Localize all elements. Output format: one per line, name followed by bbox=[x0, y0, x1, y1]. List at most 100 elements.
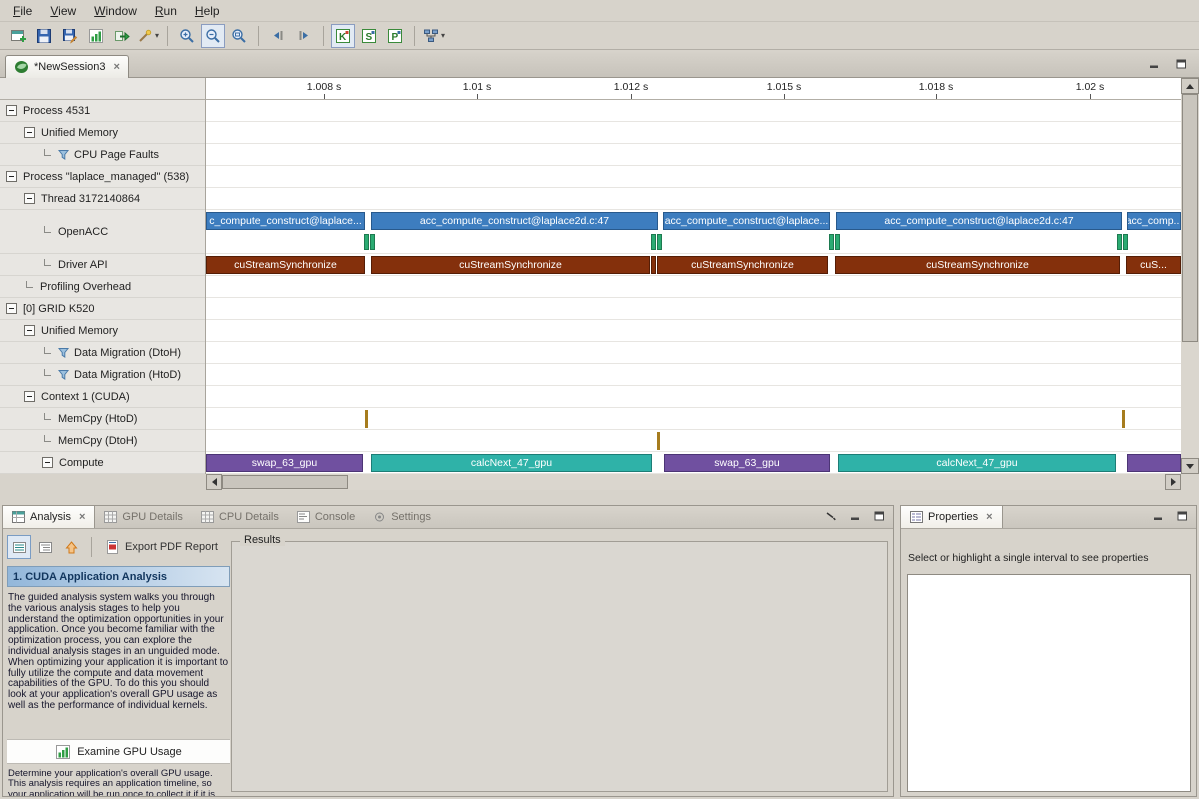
collapse-toggle-icon[interactable] bbox=[6, 171, 17, 182]
menu-item-run[interactable]: Run bbox=[146, 2, 186, 20]
collapse-toggle-icon[interactable] bbox=[24, 127, 35, 138]
tree-row-context-1-cuda-[interactable]: Context 1 (CUDA) bbox=[0, 386, 205, 408]
close-icon[interactable]: × bbox=[986, 511, 992, 523]
horizontal-scrollbar[interactable] bbox=[206, 474, 1181, 490]
prev-marker-button[interactable] bbox=[266, 24, 290, 48]
memcpy-htod-marker[interactable] bbox=[365, 410, 368, 428]
openacc-interval[interactable]: acc_compute_construct@laplace... bbox=[663, 212, 830, 230]
tree-row-compute[interactable]: Compute bbox=[0, 452, 205, 474]
vertical-scroll-thumb[interactable] bbox=[1182, 94, 1198, 342]
menu-item-file[interactable]: File bbox=[4, 2, 41, 20]
tree-row-driver-api[interactable]: Driver API bbox=[0, 254, 205, 276]
openacc-marker[interactable] bbox=[1123, 234, 1128, 250]
tree-row-data-migration-htod-[interactable]: Data Migration (HtoD) bbox=[0, 364, 205, 386]
next-marker-button[interactable] bbox=[292, 24, 316, 48]
tab-cpu-details[interactable]: CPU Details bbox=[192, 506, 288, 528]
collapse-toggle-icon[interactable] bbox=[6, 105, 17, 116]
report-button[interactable] bbox=[84, 24, 108, 48]
export-pdf-button[interactable]: Export PDF Report bbox=[98, 535, 225, 559]
collapse-toggle-icon[interactable] bbox=[6, 303, 17, 314]
tree-row-unified-memory[interactable]: Unified Memory bbox=[0, 122, 205, 144]
maximize-icon[interactable] bbox=[874, 511, 885, 521]
session-tab[interactable]: *NewSession3 × bbox=[5, 55, 129, 78]
driver-api-interval[interactable]: cuStreamSynchronize bbox=[835, 256, 1120, 274]
compute-kernel-interval[interactable]: swap_63_gpu bbox=[664, 454, 830, 472]
close-icon[interactable]: × bbox=[114, 61, 120, 73]
openacc-interval[interactable]: acc_compute_construct@laplace2d.c:47 bbox=[371, 212, 658, 230]
openacc-marker[interactable] bbox=[829, 234, 834, 250]
tab-analysis[interactable]: Analysis× bbox=[3, 506, 95, 528]
menu-item-view[interactable]: View bbox=[41, 2, 85, 20]
driver-api-interval[interactable]: cuS... bbox=[1126, 256, 1181, 274]
tab-properties[interactable]: Properties× bbox=[901, 506, 1003, 528]
export-button[interactable] bbox=[110, 24, 134, 48]
openacc-marker[interactable] bbox=[657, 234, 662, 250]
maximize-icon[interactable] bbox=[1177, 511, 1188, 521]
close-icon[interactable]: × bbox=[79, 511, 85, 523]
compute-kernel-interval[interactable]: calcNext_47_gpu bbox=[838, 454, 1116, 472]
tree-row-openacc[interactable]: OpenACC bbox=[0, 210, 205, 254]
driver-api-interval[interactable]: cuStreamSynchronize bbox=[657, 256, 828, 274]
unguided-analysis-button[interactable] bbox=[33, 535, 57, 559]
tree-row-process-4531[interactable]: Process 4531 bbox=[0, 100, 205, 122]
tree-row-memcpy-dtoh-[interactable]: MemCpy (DtoH) bbox=[0, 430, 205, 452]
openacc-marker[interactable] bbox=[1117, 234, 1122, 250]
tree-row-cpu-page-faults[interactable]: CPU Page Faults bbox=[0, 144, 205, 166]
tab-settings[interactable]: Settings bbox=[364, 506, 440, 528]
zoom-fit-button[interactable] bbox=[227, 24, 251, 48]
openacc-marker[interactable] bbox=[835, 234, 840, 250]
tree-row-profiling-overhead[interactable]: Profiling Overhead bbox=[0, 276, 205, 298]
kernel-filter-button[interactable]: K bbox=[331, 24, 355, 48]
openacc-marker[interactable] bbox=[651, 234, 656, 250]
dropdown-arrow-icon[interactable]: ▾ bbox=[155, 31, 159, 40]
driver-api-interval[interactable] bbox=[651, 256, 656, 274]
minimize-icon[interactable] bbox=[1153, 511, 1164, 521]
scroll-up-button[interactable] bbox=[1181, 78, 1199, 94]
compute-kernel-interval[interactable]: swap_63_gpu bbox=[206, 454, 363, 472]
compute-kernel-interval[interactable] bbox=[1127, 454, 1181, 472]
tab-gpu-details[interactable]: GPU Details bbox=[95, 506, 192, 528]
tree-row-data-migration-dtoh-[interactable]: Data Migration (DtoH) bbox=[0, 342, 205, 364]
new-session-button[interactable] bbox=[6, 24, 30, 48]
collapse-toggle-icon[interactable] bbox=[42, 457, 53, 468]
run-analysis-button[interactable]: ▾ bbox=[422, 24, 446, 48]
scroll-right-button[interactable] bbox=[1165, 474, 1181, 490]
minimize-icon[interactable] bbox=[1149, 59, 1160, 69]
driver-api-interval[interactable]: cuStreamSynchronize bbox=[371, 256, 650, 274]
memcpy-htod-marker[interactable] bbox=[1122, 410, 1125, 428]
collapse-toggle-icon[interactable] bbox=[24, 193, 35, 204]
tree-row-unified-memory[interactable]: Unified Memory bbox=[0, 320, 205, 342]
examine-gpu-usage-button[interactable]: Examine GPU Usage bbox=[7, 739, 230, 764]
tree-row-process-laplace-managed-538-[interactable]: Process "laplace_managed" (538) bbox=[0, 166, 205, 188]
menu-item-help[interactable]: Help bbox=[186, 2, 229, 20]
horizontal-scroll-thumb[interactable] bbox=[222, 475, 348, 489]
compute-kernel-interval[interactable]: calcNext_47_gpu bbox=[371, 454, 652, 472]
save-as-button[interactable] bbox=[58, 24, 82, 48]
collapse-toggle-icon[interactable] bbox=[24, 325, 35, 336]
openacc-interval[interactable]: c_compute_construct@laplace... bbox=[206, 212, 365, 230]
stream-filter-button[interactable]: S bbox=[357, 24, 381, 48]
openacc-interval[interactable]: acc_comp... bbox=[1127, 212, 1181, 230]
zoom-in-button[interactable] bbox=[175, 24, 199, 48]
vertical-scrollbar[interactable] bbox=[1181, 78, 1199, 474]
guided-analysis-button[interactable] bbox=[7, 535, 31, 559]
menu-item-window[interactable]: Window bbox=[85, 2, 146, 20]
save-button[interactable] bbox=[32, 24, 56, 48]
minimize-icon[interactable] bbox=[850, 511, 861, 521]
tree-row-memcpy-htod-[interactable]: MemCpy (HtoD) bbox=[0, 408, 205, 430]
tab-console[interactable]: Console bbox=[288, 506, 364, 528]
view-menu-icon[interactable] bbox=[825, 511, 837, 521]
openacc-marker[interactable] bbox=[364, 234, 369, 250]
zoom-out-button[interactable] bbox=[201, 24, 225, 48]
dropdown-arrow-icon[interactable]: ▾ bbox=[441, 31, 445, 40]
maximize-icon[interactable] bbox=[1176, 59, 1187, 69]
configure-metrics-button[interactable]: ▾ bbox=[136, 24, 160, 48]
tree-row-thread-3172140864[interactable]: Thread 3172140864 bbox=[0, 188, 205, 210]
tree-row--0-grid-k520[interactable]: [0] GRID K520 bbox=[0, 298, 205, 320]
process-filter-button[interactable]: P bbox=[383, 24, 407, 48]
scroll-down-button[interactable] bbox=[1181, 458, 1199, 474]
openacc-interval[interactable]: acc_compute_construct@laplace2d.c:47 bbox=[836, 212, 1122, 230]
collapse-toggle-icon[interactable] bbox=[24, 391, 35, 402]
back-button[interactable] bbox=[59, 535, 83, 559]
scroll-left-button[interactable] bbox=[206, 474, 222, 490]
